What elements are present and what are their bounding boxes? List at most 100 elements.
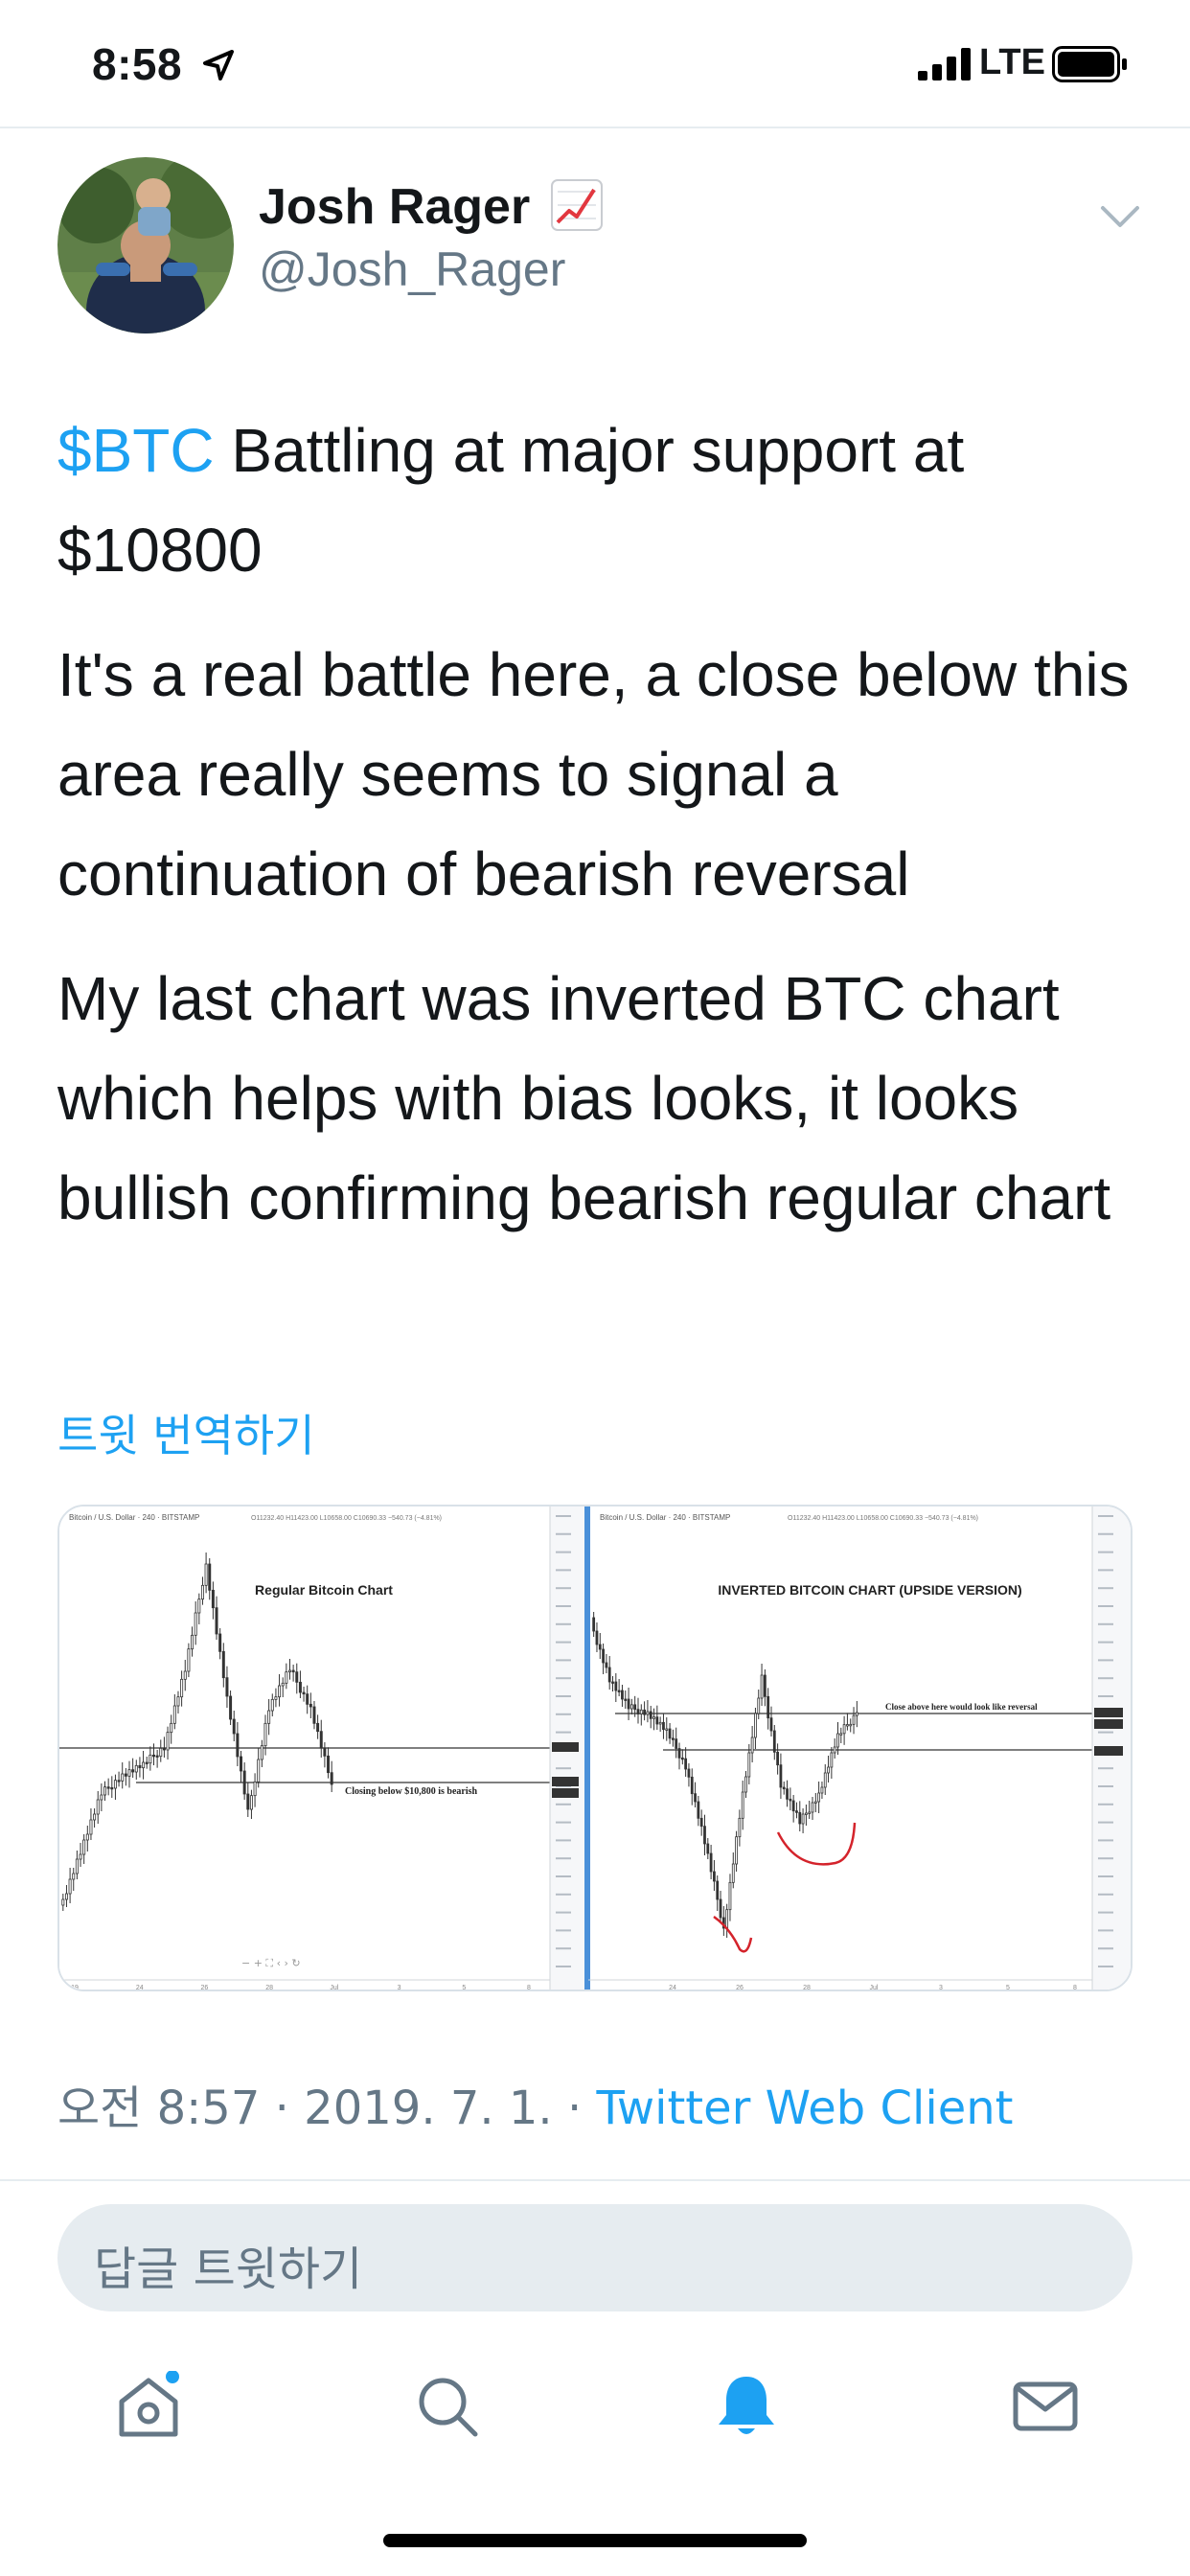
network-type: LTE — [979, 42, 1045, 82]
candle-body — [690, 1776, 694, 1795]
candle-body — [798, 1811, 802, 1825]
author-name[interactable]: Josh Rager — [259, 178, 530, 236]
candle-body — [316, 1722, 320, 1733]
candle-body — [662, 1721, 665, 1731]
search-icon[interactable] — [412, 2371, 483, 2442]
candle-body — [170, 1722, 173, 1734]
x-tick-label: 26 — [736, 1985, 744, 1991]
candle-body — [713, 1871, 716, 1882]
chevron-down-icon[interactable] — [1100, 203, 1140, 230]
messages-mail-icon[interactable] — [1010, 2371, 1081, 2442]
candle-body — [327, 1755, 331, 1774]
candle-body — [646, 1711, 650, 1715]
candle-body — [636, 1709, 640, 1714]
candle-body — [680, 1757, 684, 1760]
candle-body — [257, 1759, 261, 1782]
cashtag-link[interactable]: $BTC — [57, 416, 215, 485]
candle-body — [274, 1696, 278, 1700]
candle-body — [614, 1681, 618, 1691]
home-notification-dot — [166, 2371, 179, 2383]
candle-body — [823, 1772, 827, 1788]
location-arrow-icon — [203, 50, 234, 80]
candle-body — [187, 1648, 191, 1672]
candle-body — [830, 1752, 834, 1768]
left-chart-header: Bitcoin / U.S. Dollar · 240 · BITSTAMP — [69, 1513, 199, 1522]
candle-body — [180, 1678, 184, 1698]
candle-body — [811, 1802, 814, 1813]
candle-body — [218, 1633, 222, 1652]
x-tick-label: 26 — [201, 1985, 209, 1991]
candle-body — [655, 1716, 659, 1725]
candle-body — [621, 1690, 624, 1700]
x-tick-label: 3 — [939, 1985, 943, 1991]
right-chart-ohlc: O11232.40 H11423.00 L10658.00 C10690.33 … — [788, 1515, 978, 1522]
x-tick-label: 24 — [669, 1985, 676, 1991]
candle-body — [617, 1690, 621, 1692]
candle-body — [232, 1718, 236, 1735]
candle-body — [298, 1681, 302, 1693]
candle-body — [842, 1724, 846, 1735]
candle-body — [658, 1721, 662, 1725]
candle-body — [96, 1799, 100, 1815]
candle-body — [741, 1791, 744, 1819]
avatar[interactable] — [57, 157, 234, 334]
tweet-meta: 오전 8:57 · 2019. 7. 1. · Twitter Web Clie… — [57, 2070, 1013, 2137]
candle-body — [709, 1852, 713, 1873]
candle-body — [820, 1786, 824, 1794]
candle-body — [639, 1709, 643, 1714]
candle-body — [839, 1733, 843, 1736]
candle-body — [763, 1674, 767, 1697]
candle-body — [260, 1745, 263, 1760]
candle-body — [703, 1826, 706, 1845]
tweet-paragraph-3: My last chart was inverted BTC chart whi… — [57, 964, 1111, 1232]
candle-body — [750, 1736, 754, 1754]
candle-body — [113, 1780, 117, 1789]
candle-body — [117, 1780, 121, 1782]
candle-body — [668, 1728, 672, 1739]
candle-body — [253, 1781, 257, 1797]
candle-body — [744, 1776, 747, 1793]
candle-body — [151, 1754, 155, 1758]
candle-body — [719, 1898, 722, 1919]
candle-body — [849, 1723, 853, 1727]
candle-body — [162, 1747, 166, 1751]
candle-body — [172, 1705, 176, 1724]
candle-body — [827, 1766, 830, 1774]
author-handle[interactable]: @Josh_Rager — [259, 242, 565, 297]
candle-body — [833, 1746, 836, 1754]
candle-body — [309, 1703, 312, 1708]
translate-tweet-link[interactable]: 트윗 번역하기 — [57, 1401, 315, 1464]
tweet-date: 2019. 7. 1. — [304, 2082, 553, 2135]
reply-input[interactable]: 답글 트윗하기 — [57, 2204, 1133, 2312]
tweet-image[interactable]: Bitcoin / U.S. Dollar · 240 · BITSTAMP O… — [57, 1505, 1133, 1991]
candle-body — [728, 1881, 732, 1911]
candle-body — [731, 1863, 735, 1883]
candle-body — [267, 1710, 271, 1724]
chart-increasing-icon — [551, 179, 603, 231]
notifications-bell-icon[interactable] — [711, 2371, 782, 2442]
x-tick-label: 24 — [136, 1985, 144, 1991]
candle-body — [240, 1756, 243, 1772]
candle-body — [767, 1695, 770, 1719]
candle-body — [72, 1873, 76, 1880]
candle-body — [278, 1685, 282, 1698]
candle-body — [197, 1598, 201, 1614]
candle-body — [836, 1733, 839, 1748]
signal-bars-icon — [918, 48, 971, 80]
left-chart-annotation: Closing below $10,800 is bearish — [345, 1786, 478, 1797]
meta-separator: · — [260, 2082, 305, 2135]
x-tick-label: 5 — [462, 1985, 466, 1991]
candle-body — [699, 1817, 703, 1828]
candle-body — [687, 1768, 691, 1778]
reply-placeholder: 답글 트윗하기 — [94, 2242, 363, 2296]
home-icon[interactable] — [113, 2371, 184, 2442]
candle-body — [302, 1691, 306, 1695]
candle-body — [85, 1833, 89, 1841]
candle-body — [159, 1747, 163, 1758]
status-time: 8:58 — [92, 39, 183, 89]
candle-body — [677, 1748, 681, 1759]
candle-body — [295, 1671, 299, 1683]
x-tick-label: 8 — [1073, 1985, 1077, 1991]
candle-body — [789, 1798, 792, 1802]
tweet-source-link[interactable]: Twitter Web Client — [596, 2082, 1013, 2135]
